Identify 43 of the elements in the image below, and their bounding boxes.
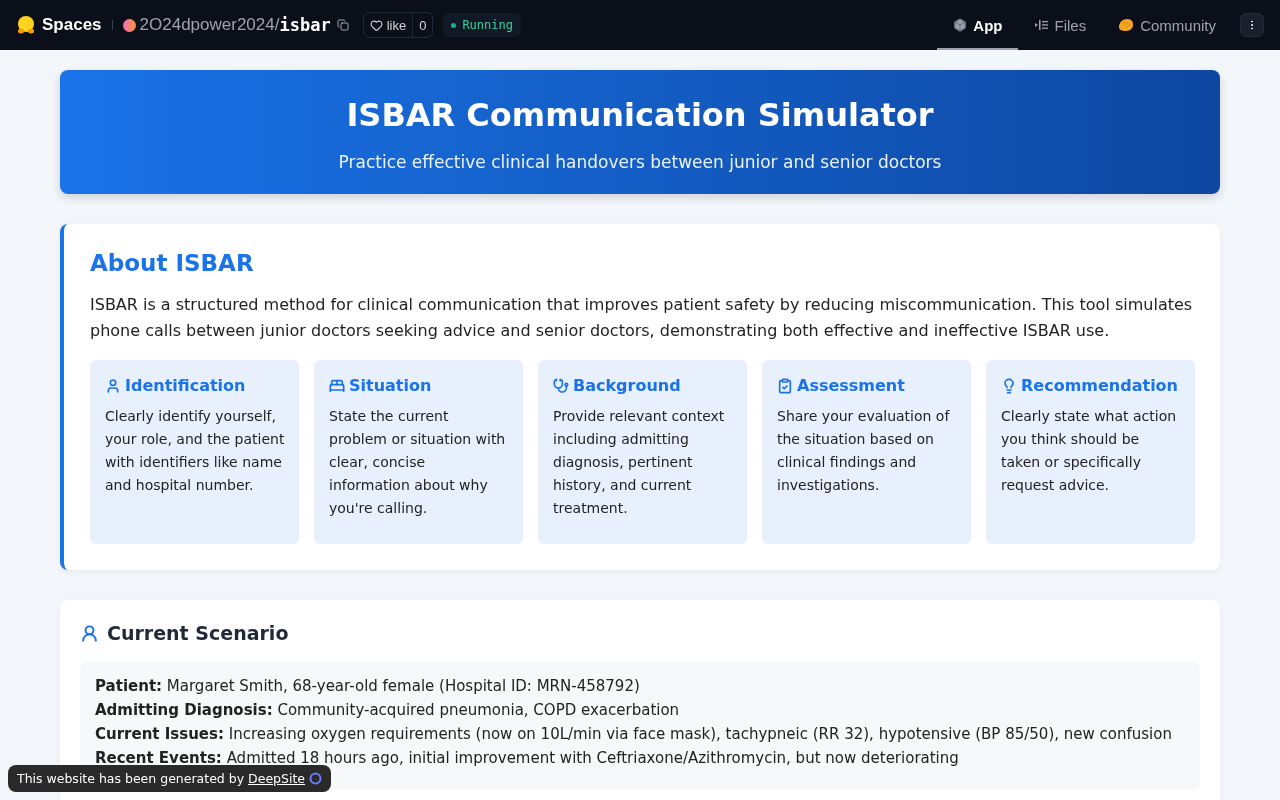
step-text: Provide relevant context including admitting diagnosis, pertinent history, and current treatment. [553,407,726,518]
step-text: Clearly state what action you think should be taken or specifically request advice. [1001,407,1178,495]
step-icon [777,377,793,394]
scenario-line: Recent Events: Admitted 18 hours ago, initial improvement with Ceftriaxone/Azithromycin, but now deteriorating [95,748,960,769]
step-icon [105,377,121,394]
nav-tab[interactable]: App [937,0,1019,50]
step-text: Share your evaluation of the situation based on clinical findings and investigations. [777,407,951,495]
person-icon [80,623,99,643]
repo-link[interactable]: isbar [279,15,331,35]
page-title: ISBAR Communication Simulator [345,96,935,134]
path-separator: / [274,15,280,35]
cube-icon [953,18,968,32]
heart-icon [369,18,383,32]
scenario-line: Patient: Margaret Smith, 68-year-old female (Hospital ID: MRN-458792) [95,676,641,697]
step-text: State the current problem or situation with clear, concise information about why you're calling. [329,407,507,518]
badge-text: This website has been generated by [17,771,245,786]
like-count: 0 [418,17,428,33]
step-icon [553,377,569,394]
scenario-line: Admitting Diagnosis: Community-acquired pneumonia, COPD exacerbation [95,700,681,721]
step-title: Assessment [797,376,905,395]
step-title: Background [573,376,681,395]
step-title: Situation [349,376,432,395]
badge-link[interactable]: DeepSite [248,771,306,786]
avatar-icon [122,18,136,32]
page-subtitle: Practice effective clinical handovers between junior and senior doctors [337,152,943,172]
logo-icon [16,15,36,35]
files-icon [1034,19,1049,31]
step-title: Recommendation [1021,376,1178,395]
step-icon [1001,377,1017,394]
owner-link[interactable]: 2O24dpower2024 [139,15,275,35]
like-button[interactable]: like [363,13,414,37]
copy-icon[interactable] [336,19,349,31]
nav-tab[interactable]: Community [1102,0,1232,50]
about-text: ISBAR is a structured method for clinical communication that improves patient safety by reducing miscommunication. This tool simulates phone calls between junior doctors seeking advice and senior doctors, demonstrating both effective and ineffective ISBAR use. [90,294,1194,342]
spaces-label[interactable]: Spaces [42,15,102,35]
step-text: Clearly identify yourself, your role, and the patient with identifiers like name and hospital number. [105,407,285,495]
step-title: Identification [125,376,246,395]
step-icon [329,377,345,394]
section-title: About ISBAR [90,250,255,276]
status-badge: Running [443,13,521,37]
scenario-title: Current Scenario [107,622,289,644]
nav-tab[interactable]: Files [1018,0,1103,50]
scenario-line: Current Issues: Increasing oxygen requirements (now on 10L/min via face mask), tachypneic (RR 32), hypotensive (BP 85/50), new confusion [95,724,1173,745]
